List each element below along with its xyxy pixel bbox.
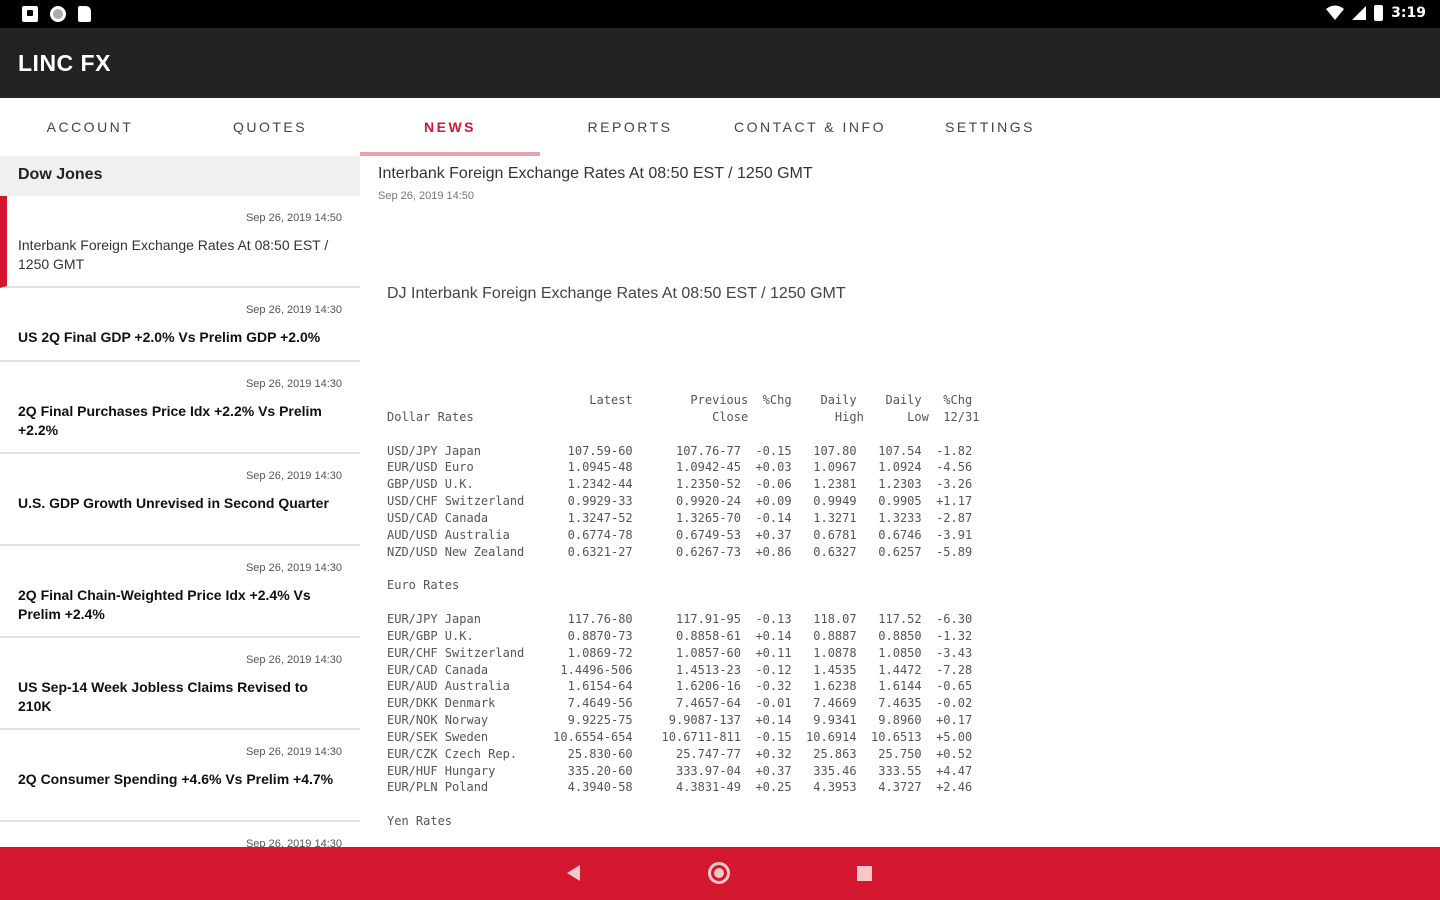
rate-line: EUR/GBP U.K. 0.8870-73 0.8858-61 +0.14 0… xyxy=(387,628,973,643)
rate-line xyxy=(387,560,979,577)
tab-settings[interactable]: SETTINGS xyxy=(900,98,1080,156)
rate-line xyxy=(387,796,979,813)
news-title: 2Q Final Chain-Weighted Price Idx +2.4% … xyxy=(18,587,311,622)
rate-line: EUR/HUF Hungary 335.20-60 333.97-04 +0.3… xyxy=(387,763,973,778)
tab-contact-info[interactable]: CONTACT & INFO xyxy=(720,98,900,156)
clock: 3:19 xyxy=(1391,5,1426,21)
article-subtitle: DJ Interbank Foreign Exchange Rates At 0… xyxy=(387,285,846,302)
rate-line: Dollar Rates Close High Low 12/31 xyxy=(387,409,980,424)
news-date: Sep 26, 2019 14:30 xyxy=(245,378,342,390)
rate-line: EUR/SEK Sweden 10.6554-654 10.6711-811 -… xyxy=(387,729,973,744)
rate-line: AUD/USD Australia 0.6774-78 0.6749-53 +0… xyxy=(387,527,973,542)
news-item[interactable]: Sep 26, 2019 14:30 US 2Q Final GDP +2.0%… xyxy=(0,288,360,362)
rate-line: Euro Rates xyxy=(387,578,460,593)
news-title: US 2Q Final GDP +2.0% Vs Prelim GDP +2.0… xyxy=(18,329,321,345)
rate-line: EUR/PLN Poland 4.3940-58 4.3831-49 +0.25… xyxy=(387,780,973,795)
rate-line: EUR/CHF Switzerland 1.0869-72 1.0857-60 … xyxy=(387,645,973,660)
news-date: Sep 26, 2019 14:30 xyxy=(245,304,342,316)
news-item[interactable]: Sep 26, 2019 14:30 xyxy=(0,822,360,847)
rate-line: USD/CHF Switzerland 0.9929-33 0.9920-24 … xyxy=(387,494,973,509)
news-date: Sep 26, 2019 14:30 xyxy=(245,746,342,758)
news-title: 2Q Final Purchases Price Idx +2.2% Vs Pr… xyxy=(18,403,322,438)
news-item[interactable]: Sep 26, 2019 14:30 U.S. GDP Growth Unrev… xyxy=(0,454,360,546)
news-date: Sep 26, 2019 14:50 xyxy=(245,212,342,224)
rate-line: USD/CAD Canada 1.3247-52 1.3265-70 -0.14… xyxy=(387,510,973,525)
app-bar: LINC FX xyxy=(0,28,1440,98)
rate-line: EUR/DKK Denmark 7.4649-56 7.4657-64 -0.0… xyxy=(387,696,973,711)
news-title: U.S. GDP Growth Unrevised in Second Quar… xyxy=(18,495,329,511)
news-title: 2Q Consumer Spending +4.6% Vs Prelim +4.… xyxy=(18,771,334,787)
tab-quotes[interactable]: QUOTES xyxy=(180,98,360,156)
tab-account[interactable]: ACCOUNT xyxy=(0,98,180,156)
app-title: LINC FX xyxy=(18,50,111,76)
news-date: Sep 26, 2019 14:30 xyxy=(245,654,342,666)
rate-line: EUR/JPY Japan 117.76-80 117.91-95 -0.13 … xyxy=(387,611,973,626)
home-icon[interactable] xyxy=(708,862,730,884)
rate-line: EUR/USD Euro 1.0945-48 1.0942-45 +0.03 1… xyxy=(387,460,973,475)
wifi-icon xyxy=(1326,5,1345,20)
news-item[interactable]: Sep 26, 2019 14:50 Interbank Foreign Exc… xyxy=(0,196,360,288)
rate-line: EUR/NOK Norway 9.9225-75 9.9087-137 +0.1… xyxy=(387,713,973,728)
circle-icon xyxy=(50,6,66,22)
article-title: Interbank Foreign Exchange Rates At 08:5… xyxy=(378,165,813,182)
news-item[interactable]: Sep 26, 2019 14:30 2Q Final Purchases Pr… xyxy=(0,362,360,454)
rate-line: NZD/USD New Zealand 0.6321-27 0.6267-73 … xyxy=(387,544,973,559)
rate-line xyxy=(387,594,979,611)
battery-icon xyxy=(1374,5,1384,21)
news-item[interactable]: Sep 26, 2019 14:30 2Q Final Chain-Weight… xyxy=(0,546,360,638)
back-icon[interactable] xyxy=(567,865,580,881)
news-date: Sep 26, 2019 14:30 xyxy=(245,838,342,847)
news-item[interactable]: Sep 26, 2019 14:30 US Sep-14 Week Jobles… xyxy=(0,638,360,730)
rate-line: Yen Rates xyxy=(387,814,453,829)
news-list[interactable]: Dow Jones Sep 26, 2019 14:50 Interbank F… xyxy=(0,156,360,847)
rate-line: EUR/AUD Australia 1.6154-64 1.6206-16 -0… xyxy=(387,679,973,694)
article-date: Sep 26, 2019 14:50 xyxy=(378,190,475,202)
news-date: Sep 26, 2019 14:30 xyxy=(245,562,342,574)
rate-line xyxy=(387,426,979,443)
rate-line: EUR/CZK Czech Rep. 25.830-60 25.747-77 +… xyxy=(387,746,973,761)
tab-bar: ACCOUNT QUOTES NEWS REPORTS CONTACT & IN… xyxy=(0,98,1440,156)
news-date: Sep 26, 2019 14:30 xyxy=(245,470,342,482)
status-bar: 3:19 xyxy=(0,0,1440,28)
rate-line: Latest Previous %Chg Daily Daily %Chg xyxy=(387,393,973,407)
news-item[interactable]: Sep 26, 2019 14:30 2Q Consumer Spending … xyxy=(0,730,360,822)
news-title: US Sep-14 Week Jobless Claims Revised to… xyxy=(18,679,308,714)
rate-line: GBP/USD U.K. 1.2342-44 1.2350-52 -0.06 1… xyxy=(387,477,973,492)
signal-icon xyxy=(1352,6,1367,20)
rate-line: EUR/CAD Canada 1.4496-506 1.4513-23 -0.1… xyxy=(387,662,973,677)
system-nav-bar xyxy=(0,847,1440,900)
news-title: Interbank Foreign Exchange Rates At 08:5… xyxy=(18,237,329,272)
screenshot-icon xyxy=(22,6,38,22)
tab-news[interactable]: NEWS xyxy=(360,98,540,156)
file-icon xyxy=(78,6,91,22)
rate-line: USD/JPY Japan 107.59-60 107.76-77 -0.15 … xyxy=(387,443,973,458)
news-source-header: Dow Jones xyxy=(0,156,360,196)
recent-apps-icon[interactable] xyxy=(857,866,872,881)
tab-reports[interactable]: REPORTS xyxy=(540,98,720,156)
exchange-rates-table: Latest Previous %Chg Daily Daily %Chg Dol… xyxy=(387,392,979,830)
article-pane[interactable]: Interbank Foreign Exchange Rates At 08:5… xyxy=(360,156,1440,847)
